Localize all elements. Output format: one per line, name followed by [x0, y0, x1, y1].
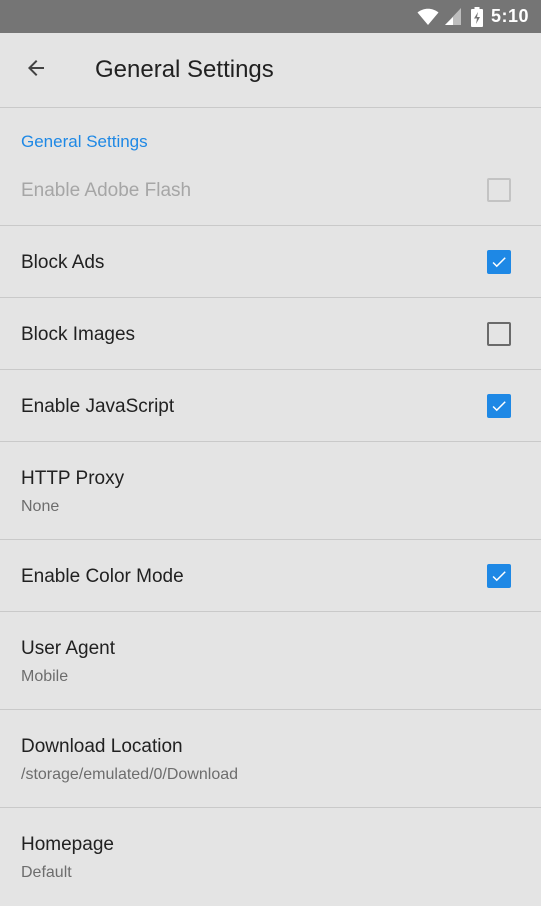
check-icon [492, 571, 506, 582]
pref-block-ads[interactable]: Block Ads [0, 226, 541, 298]
pref-enable-color-mode[interactable]: Enable Color Mode [0, 540, 541, 612]
pref-download-location[interactable]: Download Location /storage/emulated/0/Do… [0, 710, 541, 808]
pref-summary: /storage/emulated/0/Download [21, 766, 239, 783]
pref-enable-javascript[interactable]: Enable JavaScript [0, 370, 541, 442]
pref-title: Enable Adobe Flash [21, 180, 192, 201]
pref-user-agent[interactable]: User Agent Mobile [0, 612, 541, 710]
pref-title: Enable JavaScript [21, 396, 175, 417]
wifi-icon [417, 8, 439, 26]
checkbox-disabled [487, 178, 511, 202]
pref-summary: Default [21, 864, 72, 881]
pref-enable-adobe-flash: Enable Adobe Flash [0, 148, 541, 226]
settings-list: General Settings Enable Adobe Flash Bloc… [0, 108, 541, 906]
pref-title: Download Location [21, 736, 183, 757]
check-icon [492, 401, 506, 412]
pref-block-images[interactable]: Block Images [0, 298, 541, 370]
pref-homepage[interactable]: Homepage Default [0, 808, 541, 906]
pref-title: Block Ads [21, 252, 105, 273]
back-button[interactable] [0, 33, 72, 108]
status-time: 5:10 [490, 6, 529, 26]
pref-summary: Mobile [21, 668, 69, 685]
page-title: General Settings [95, 56, 274, 83]
pref-http-proxy[interactable]: HTTP Proxy None [0, 442, 541, 540]
battery-charging-icon [470, 6, 483, 27]
toolbar: General Settings [0, 33, 541, 108]
section-header: General Settings [21, 132, 148, 151]
pref-title: Enable Color Mode [21, 566, 184, 587]
pref-title: Homepage [21, 834, 114, 855]
checkbox-checked[interactable] [487, 394, 511, 418]
arrow-back-icon [24, 56, 48, 85]
checkbox-unchecked[interactable] [487, 322, 511, 346]
check-icon [492, 257, 506, 268]
checkbox-checked[interactable] [487, 564, 511, 588]
checkbox-checked[interactable] [487, 250, 511, 274]
status-bar: 5:10 [0, 0, 541, 33]
pref-title: Block Images [21, 324, 136, 345]
pref-title: HTTP Proxy [21, 468, 125, 489]
pref-summary: None [21, 498, 60, 515]
pref-title: User Agent [21, 638, 115, 659]
signal-icon [444, 8, 461, 25]
